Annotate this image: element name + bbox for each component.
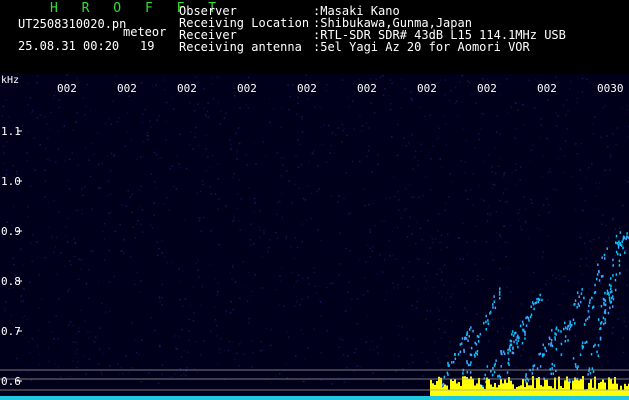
x-tick-label: 002 [417, 82, 437, 95]
meteor-label: meteor [123, 25, 167, 39]
x-tick-label: 002 [237, 82, 257, 95]
spectrogram-background [0, 74, 629, 400]
y-unit-label: kHz [1, 75, 19, 86]
header-panel: H R O F F T UT2508310020.pn meteor 25.08… [0, 0, 629, 74]
x-tick-label: 002 [477, 82, 497, 95]
x-tick-label: 002 [117, 82, 137, 95]
antenna-label: Receiving antenna [179, 40, 302, 54]
x-tick-label: 002 [297, 82, 317, 95]
x-tick-label: 002 [357, 82, 377, 95]
file-name: UT2508310020.pn [18, 17, 127, 31]
x-tick-label: 002 [537, 82, 557, 95]
meteor-count: 19 [140, 39, 155, 53]
spectrogram-plot: kHz1.11.00.90.80.70.6 002 002 002 002 002 002… [0, 74, 629, 400]
observation-datetime: 25.08.31 00:20 [18, 39, 120, 53]
x-tick-label: 002 [57, 82, 77, 95]
antenna-value: :5el Yagi Az 20 for Aomori VOR [313, 40, 530, 54]
x-tick-label: 0030 [597, 82, 624, 95]
x-tick-label: 002 [177, 82, 197, 95]
